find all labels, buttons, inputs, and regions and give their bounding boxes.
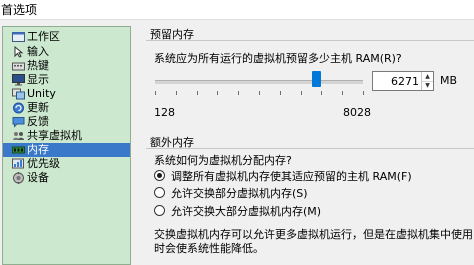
unity-icon <box>12 88 25 100</box>
priority-icon <box>12 158 24 169</box>
devices-icon <box>13 172 24 184</box>
slider-tick <box>279 91 281 95</box>
hotkey-icon <box>12 62 25 71</box>
display-icon <box>12 74 25 86</box>
slider-tick <box>342 91 344 95</box>
sidebar-item-unity[interactable]: Unity <box>3 87 130 101</box>
spin-down-icon[interactable]: ▼ <box>422 81 433 90</box>
reserved-memory-divider <box>146 40 474 41</box>
window-title: 首选项 <box>0 0 474 20</box>
slider-tick <box>175 91 177 95</box>
sidebar-item-shared-vm[interactable]: 共享虚拟机 <box>3 129 130 143</box>
input-icon <box>14 46 24 58</box>
sidebar-item-devices[interactable]: 设备 <box>3 171 130 185</box>
swap-note-line2: 时会使系统性能降低。 <box>154 242 264 255</box>
feedback-icon <box>12 117 25 128</box>
slider-tick <box>259 91 260 95</box>
sidebar-item-priority[interactable]: 优先级 <box>3 157 130 171</box>
sidebar-item-label: 优先级 <box>27 157 60 170</box>
reserved-ram-slider[interactable] <box>155 80 363 84</box>
sidebar-item-workspace[interactable]: 工作区 <box>3 30 130 44</box>
reserved-ram-spinbox[interactable]: 6271 ▲ ▼ <box>372 71 434 91</box>
update-icon <box>13 102 24 114</box>
sidebar-item-label: 显示 <box>27 73 49 86</box>
reserved-ram-value[interactable]: 6271 <box>391 75 419 88</box>
sidebar-item-label: 工作区 <box>27 30 60 43</box>
sidebar-item-input[interactable]: 输入 <box>3 45 130 59</box>
radio-fit-reserved-ram-label[interactable]: 调整所有虚拟机内存使其适应预留的主机 RAM(F) <box>171 168 412 184</box>
additional-memory-divider <box>146 148 474 149</box>
allocation-question: 系统如何为虚拟机分配内存? <box>154 154 292 167</box>
radio-swap-some[interactable] <box>154 187 165 198</box>
slider-tick <box>238 91 240 95</box>
workspace-icon <box>12 32 25 42</box>
reserved-ram-question: 系统应为所有运行的虚拟机预留多少主机 RAM(R)? <box>154 52 402 65</box>
reserved-ram-unit: MB <box>440 74 458 87</box>
spin-buttons: ▲ ▼ <box>421 72 433 90</box>
sidebar-item-label: Unity <box>27 87 56 100</box>
radio-swap-most-label[interactable]: 允许交换大部分虚拟机内存(M) <box>171 203 321 219</box>
sidebar-item-label: 设备 <box>27 171 49 184</box>
slider-tick <box>196 91 198 95</box>
slider-tick <box>363 91 364 95</box>
radio-swap-some-label[interactable]: 允许交换部分虚拟机内存(S) <box>171 185 308 201</box>
slider-tick <box>217 91 219 95</box>
sidebar-item-label: 反馈 <box>27 115 49 128</box>
radio-swap-most[interactable] <box>154 205 165 216</box>
slider-max-label: 8028 <box>343 106 371 119</box>
slider-tick <box>300 91 302 95</box>
slider-min-label: 128 <box>154 106 175 119</box>
radio-fit-reserved-ram[interactable] <box>154 170 165 181</box>
sidebar-item-feedback[interactable]: 反馈 <box>3 115 130 129</box>
sidebar-item-hotkey[interactable]: 热键 <box>3 59 130 73</box>
sidebar-item-label: 内存 <box>27 143 49 156</box>
sidebar-item-label: 更新 <box>27 101 49 114</box>
sidebar-item-memory[interactable]: 内存 <box>3 143 130 157</box>
reserved-ram-slider-thumb[interactable] <box>312 71 322 87</box>
sidebar-item-label: 共享虚拟机 <box>27 129 82 142</box>
shared-vm-icon <box>13 132 24 140</box>
memory-icon <box>12 146 25 154</box>
sidebar-item-label: 输入 <box>27 45 49 58</box>
sidebar-item-label: 热键 <box>27 59 49 72</box>
slider-tick <box>321 91 323 95</box>
slider-tick <box>155 91 156 95</box>
preferences-sidebar: 工作区 输入 热键 显示 Unity 更新 反馈 共享虚拟机 内存 优先级 设备 <box>2 26 131 265</box>
sidebar-item-update[interactable]: 更新 <box>3 101 130 115</box>
sidebar-item-display[interactable]: 显示 <box>3 73 130 87</box>
